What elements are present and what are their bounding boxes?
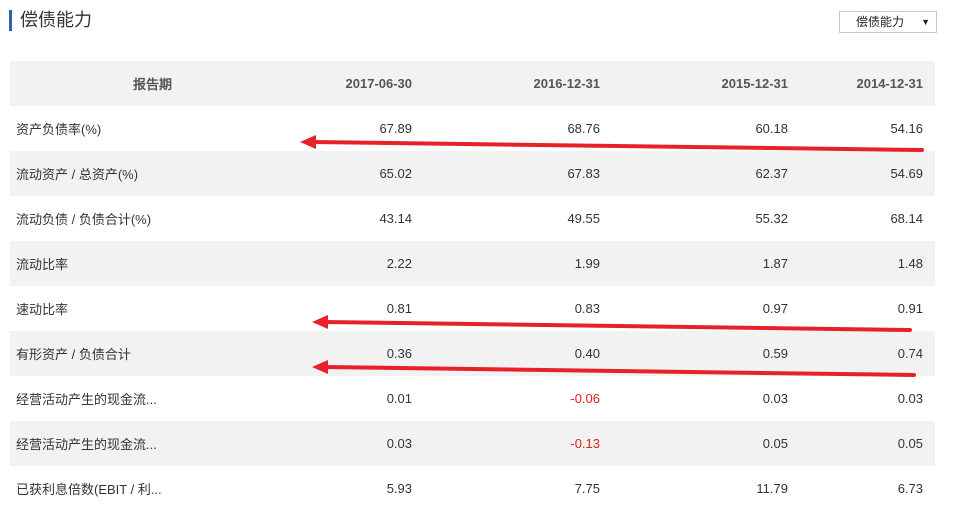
- table-header-row: 报告期 2017-06-30 2016-12-31 2015-12-31 201…: [10, 61, 935, 106]
- row-label: 资产负债率(%): [16, 122, 102, 137]
- table-cell: 55.32: [755, 211, 788, 226]
- table-cell: 1.48: [800, 241, 935, 286]
- table-cell: 0.40: [424, 331, 612, 376]
- table-cell: 11.79: [756, 481, 788, 496]
- table-cell: 0.01: [386, 391, 412, 406]
- table-row: 有形资产 / 负债合计 0.36 0.40 0.59 0.74: [10, 331, 935, 376]
- row-label: 流动比率: [10, 241, 236, 286]
- table-cell: 6.73: [897, 481, 923, 496]
- chevron-down-icon: ▼: [921, 17, 930, 27]
- row-label: 流动负债 / 负债合计(%): [16, 212, 152, 227]
- table-cell: 0.91: [897, 301, 923, 316]
- table-cell: 7.75: [574, 481, 600, 496]
- column-header: 2015-12-31: [612, 61, 800, 106]
- table-row: 已获利息倍数(EBIT / 利... 5.93 7.75 11.79 6.73: [10, 466, 935, 511]
- table-cell: 0.05: [800, 421, 935, 466]
- table-cell: 60.18: [755, 121, 788, 136]
- solvency-table: 报告期 2017-06-30 2016-12-31 2015-12-31 201…: [10, 61, 935, 511]
- indicator-select-value: 偿债能力: [856, 15, 905, 29]
- table-cell: 54.69: [800, 151, 935, 196]
- table-cell: 0.03: [762, 391, 788, 406]
- section-title: 偿债能力: [20, 10, 92, 30]
- table-row: 经营活动产生的现金流... 0.03 -0.13 0.05 0.05: [10, 421, 935, 466]
- table-cell: 0.36: [236, 331, 424, 376]
- column-header: 2014-12-31: [800, 61, 935, 106]
- table-cell: -0.13: [424, 421, 612, 466]
- table-cell: 67.89: [379, 121, 412, 136]
- table-cell: 0.03: [897, 391, 923, 406]
- table-cell: 62.37: [612, 151, 800, 196]
- table-cell: 54.16: [890, 121, 923, 136]
- table-cell: 0.59: [612, 331, 800, 376]
- table-cell: 68.14: [890, 211, 923, 226]
- table-cell: 2.22: [236, 241, 424, 286]
- row-label: 经营活动产生的现金流...: [10, 421, 236, 466]
- table-cell: 49.55: [567, 211, 600, 226]
- column-header: 2016-12-31: [424, 61, 612, 106]
- table-row: 经营活动产生的现金流... 0.01 -0.06 0.03 0.03: [10, 376, 935, 421]
- row-label: 速动比率: [16, 302, 69, 317]
- table-cell: 0.97: [762, 301, 788, 316]
- table-cell: 0.81: [386, 301, 412, 316]
- row-label: 已获利息倍数(EBIT / 利...: [16, 482, 162, 497]
- table-row: 流动比率 2.22 1.99 1.87 1.48: [10, 241, 935, 286]
- section-header: 偿债能力 偿债能力 ▼: [0, 0, 955, 50]
- table-cell: 0.74: [800, 331, 935, 376]
- table-cell: 0.05: [612, 421, 800, 466]
- table-row: 资产负债率(%) 67.89 68.76 60.18 54.16: [10, 106, 935, 151]
- table-cell: 67.83: [424, 151, 612, 196]
- table-row: 速动比率 0.81 0.83 0.97 0.91: [10, 286, 935, 331]
- table-cell: 0.03: [236, 421, 424, 466]
- row-label: 流动资产 / 总资产(%): [10, 151, 236, 196]
- table-cell: 65.02: [236, 151, 424, 196]
- row-label: 有形资产 / 负债合计: [10, 331, 236, 376]
- table-cell: -0.06: [570, 391, 600, 406]
- table-row: 流动资产 / 总资产(%) 65.02 67.83 62.37 54.69: [10, 151, 935, 196]
- table-cell: 1.99: [424, 241, 612, 286]
- table-cell: 1.87: [612, 241, 800, 286]
- column-header: 2017-06-30: [236, 61, 424, 106]
- column-header: 报告期: [10, 61, 236, 106]
- table-row: 流动负债 / 负债合计(%) 43.14 49.55 55.32 68.14: [10, 196, 935, 241]
- row-label: 经营活动产生的现金流...: [16, 392, 157, 407]
- title-accent-bar: [9, 10, 12, 31]
- table-cell: 0.83: [574, 301, 600, 316]
- table-cell: 68.76: [567, 121, 600, 136]
- table-cell: 5.93: [386, 481, 412, 496]
- indicator-select[interactable]: 偿债能力 ▼: [839, 11, 937, 33]
- table-cell: 43.14: [379, 211, 412, 226]
